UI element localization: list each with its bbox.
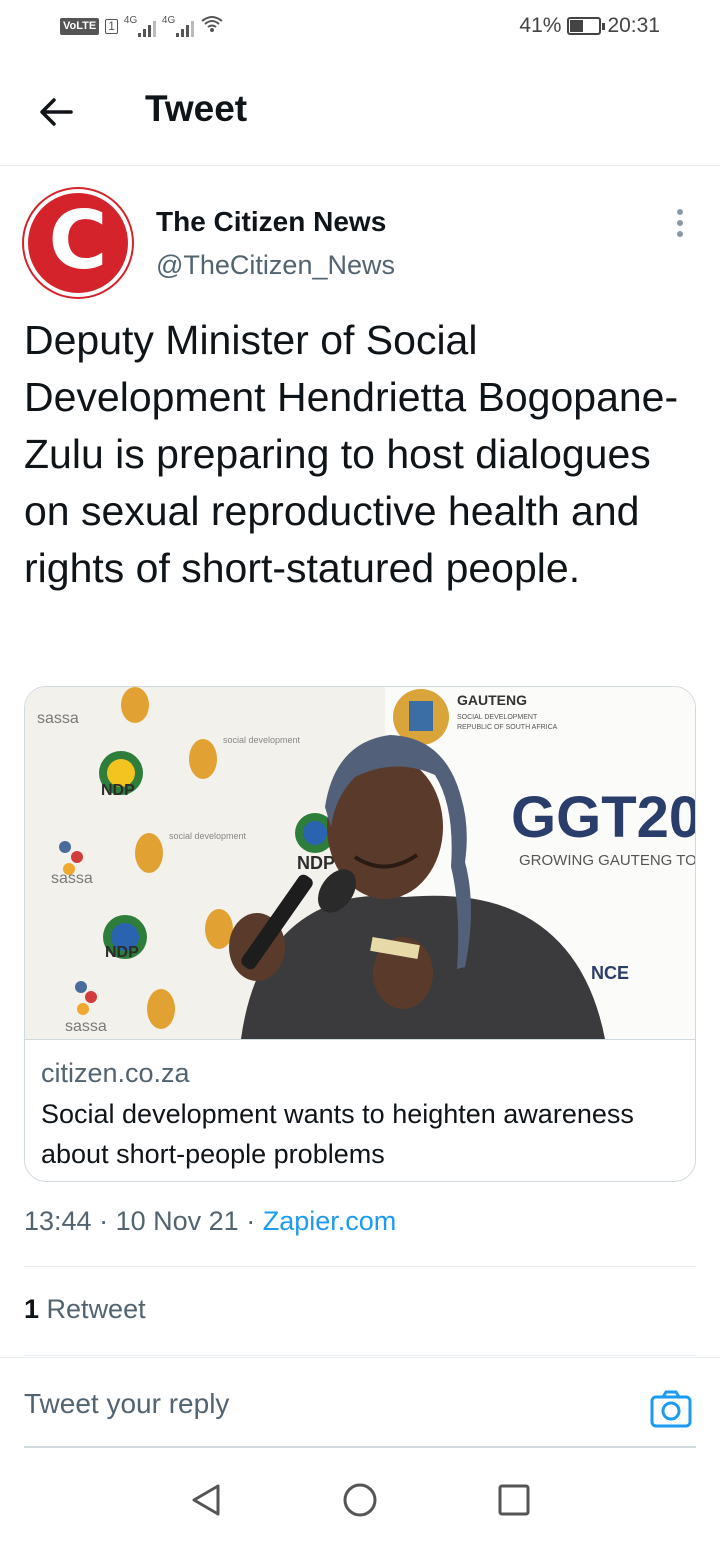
network-type-2: 4G xyxy=(161,14,176,26)
reply-bar: Tweet your reply xyxy=(0,1357,720,1447)
more-dot-icon xyxy=(677,209,683,215)
sassa-text-2: sassa xyxy=(51,870,93,887)
nav-home-icon xyxy=(343,1483,377,1517)
ndp-text-3: NDP xyxy=(297,853,335,873)
nce-text: NCE xyxy=(591,963,629,983)
ndp-text-1: NDP xyxy=(101,782,135,799)
signal-icon-2: 4G xyxy=(161,14,194,37)
camera-icon xyxy=(650,1390,692,1428)
battery-icon xyxy=(567,17,606,35)
ggt-text: GGT203 xyxy=(511,785,696,850)
meta-separator: · xyxy=(99,1206,116,1236)
arrow-left-icon xyxy=(40,98,73,126)
meta-separator: · xyxy=(246,1206,263,1236)
sassa-text-3: sassa xyxy=(65,1018,107,1035)
nav-home-button[interactable] xyxy=(340,1480,380,1520)
nav-recents-icon xyxy=(498,1484,530,1516)
network-type-1: 4G xyxy=(123,14,138,26)
card-meta[interactable]: citizen.co.za Social development wants t… xyxy=(25,1039,695,1181)
clock: 20:31 xyxy=(607,14,660,37)
reply-underline xyxy=(24,1446,696,1448)
battery-percent: 41% xyxy=(519,14,562,37)
more-dot-icon xyxy=(677,231,683,237)
link-card[interactable]: sassa sassa sassa NDP NDP NDP social dev… xyxy=(24,686,696,1182)
tweet-text: Deputy Minister of Social Development He… xyxy=(24,317,679,591)
gauteng-sub1: SOCIAL DEVELOPMENT xyxy=(457,714,538,721)
ggt-sub: GROWING GAUTENG TOGE xyxy=(519,852,696,869)
retweet-label: Retweet xyxy=(46,1294,146,1324)
card-domain: citizen.co.za xyxy=(41,1058,190,1088)
card-photo: sassa sassa sassa NDP NDP NDP social dev… xyxy=(25,687,696,1039)
social-dev-text-2: social development xyxy=(169,831,247,841)
gauteng-sub2: REPUBLIC OF SOUTH AFRICA xyxy=(457,724,558,731)
tweet-time: 13:44 xyxy=(24,1206,92,1236)
retweet-count: 1 xyxy=(24,1294,40,1324)
avatar-letter: C xyxy=(48,194,108,287)
card-title: Social development wants to heighten awa… xyxy=(41,1099,634,1169)
status-bar: VoLTE 1 4G 4G 41% 20:31 xyxy=(0,0,720,56)
more-dot-icon xyxy=(677,220,683,226)
system-nav-bar xyxy=(0,1470,720,1530)
status-left: VoLTE 1 4G 4G xyxy=(60,14,224,39)
app-header: Tweet xyxy=(0,56,720,166)
volte-badge: VoLTE xyxy=(60,18,100,35)
divider xyxy=(24,1355,696,1356)
divider xyxy=(24,1266,696,1267)
tweet-source-link[interactable]: Zapier.com xyxy=(263,1206,397,1236)
wifi-icon xyxy=(200,14,224,39)
reply-input[interactable]: Tweet your reply xyxy=(24,1388,229,1420)
ndp-text-2: NDP xyxy=(105,944,139,961)
back-button[interactable] xyxy=(30,86,82,138)
gauteng-text: GAUTENG xyxy=(457,692,527,708)
page-title: Tweet xyxy=(145,88,248,129)
sim-indicator: 1 xyxy=(105,19,118,34)
author-handle[interactable]: @TheCitizen_News xyxy=(156,250,395,281)
status-right: 41% 20:31 xyxy=(519,14,660,38)
nav-back-icon xyxy=(192,1484,220,1516)
signal-icon: 4G xyxy=(123,14,156,37)
card-image[interactable]: sassa sassa sassa NDP NDP NDP social dev… xyxy=(25,687,696,1039)
social-dev-text-1: social development xyxy=(223,735,301,745)
sassa-text-1: sassa xyxy=(37,710,79,727)
tweet-meta: 13:44 · 10 Nov 21 · Zapier.com xyxy=(24,1206,396,1237)
more-options-button[interactable] xyxy=(668,206,692,240)
retweet-stats[interactable]: 1 Retweet xyxy=(24,1294,146,1325)
nav-recents-button[interactable] xyxy=(494,1480,534,1520)
camera-button[interactable] xyxy=(650,1390,692,1428)
author-name[interactable]: The Citizen News xyxy=(156,206,386,238)
avatar[interactable]: C xyxy=(24,189,132,297)
nav-back-button[interactable] xyxy=(186,1480,226,1520)
tweet-date: 10 Nov 21 xyxy=(115,1206,239,1236)
